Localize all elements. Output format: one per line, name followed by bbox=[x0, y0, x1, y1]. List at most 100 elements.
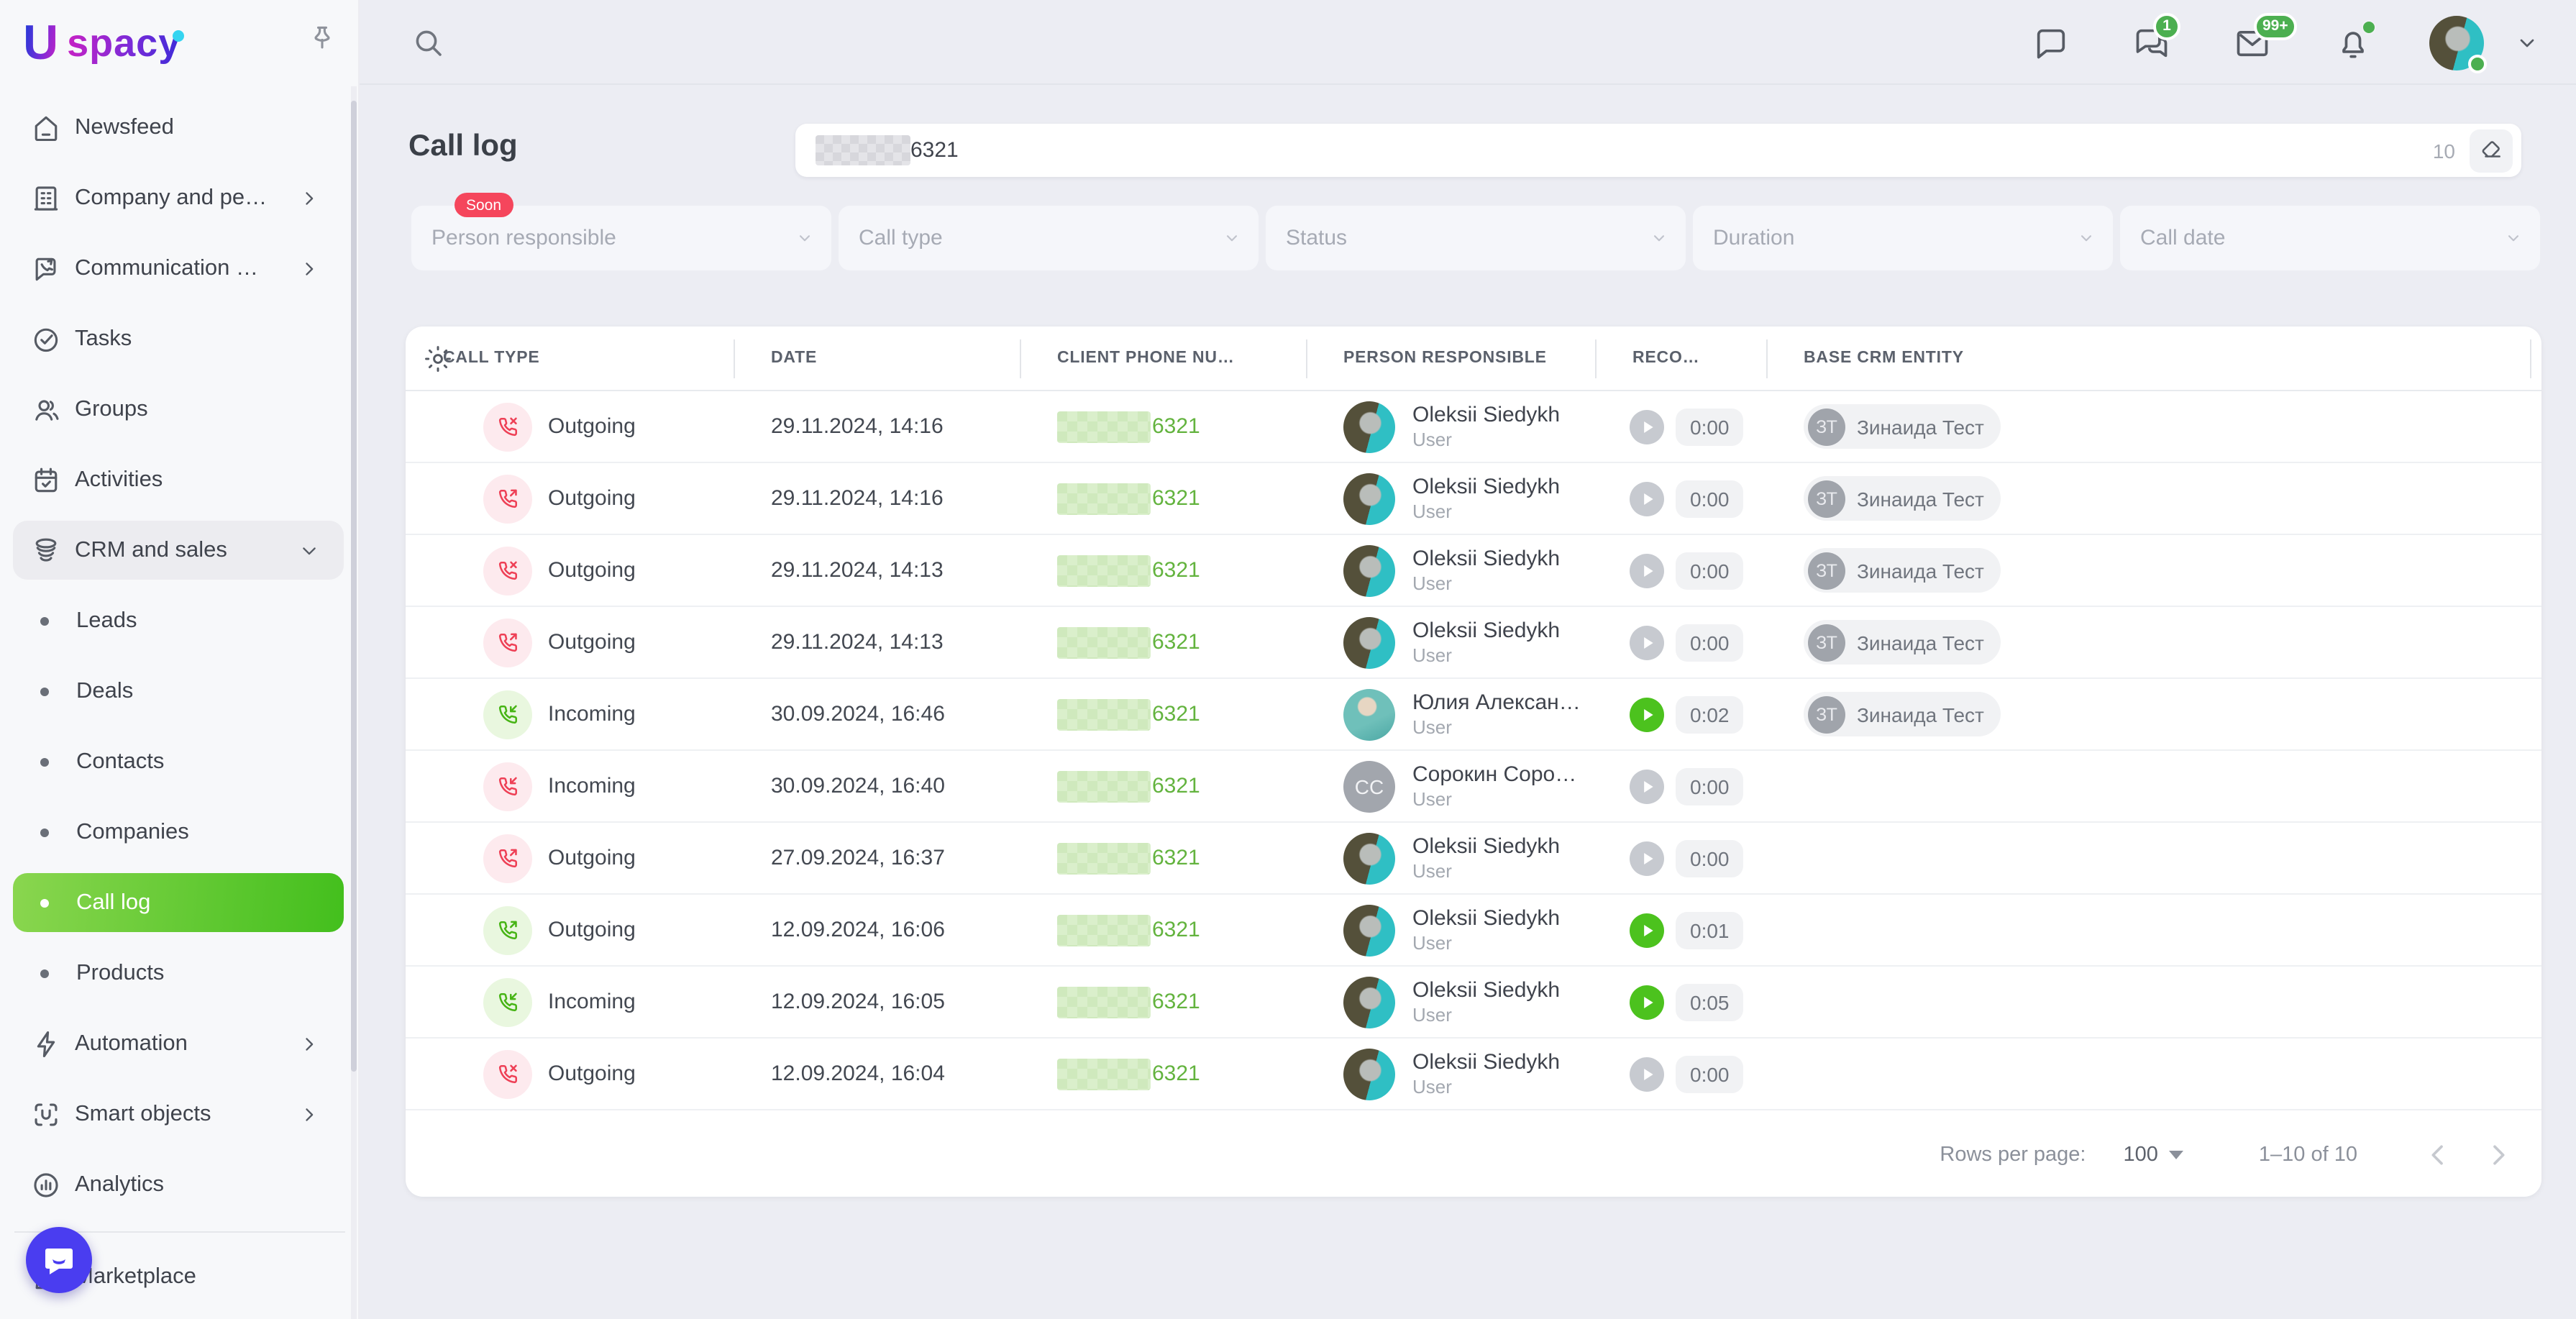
sidebar-item-label: Leads bbox=[76, 608, 137, 634]
column-header-client-phone-nu[interactable]: CLIENT PHONE NU… bbox=[1020, 350, 1306, 367]
crm-entity-chip[interactable]: ЗТЗинаида Тест bbox=[1804, 548, 2001, 593]
rows-per-page-select[interactable]: 100 bbox=[2124, 1143, 2184, 1166]
sidebar-item-contacts[interactable]: Contacts bbox=[0, 726, 360, 797]
column-divider[interactable] bbox=[2530, 339, 2531, 378]
column-header-reco[interactable]: RECO… bbox=[1595, 350, 1766, 367]
column-divider[interactable] bbox=[1020, 339, 1021, 378]
sidebar-scrollbar-thumb[interactable] bbox=[351, 101, 357, 1072]
person-name[interactable]: Oleksii Siedykh bbox=[1412, 617, 1560, 644]
table-row[interactable]: Outgoing27.09.2024, 16:376321Oleksii Sie… bbox=[406, 823, 2541, 895]
filter-call-type[interactable]: Call type bbox=[839, 206, 1259, 270]
column-header-date[interactable]: DATE bbox=[734, 350, 1020, 367]
sidebar-item-tasks[interactable]: Tasks bbox=[0, 303, 360, 374]
person-name[interactable]: Oleksii Siedykh bbox=[1412, 833, 1560, 860]
next-page-button[interactable] bbox=[2484, 1140, 2513, 1169]
table-row[interactable]: Outgoing29.11.2024, 14:136321Oleksii Sie… bbox=[406, 607, 2541, 679]
play-recording-button[interactable] bbox=[1630, 553, 1664, 588]
play-recording-button[interactable] bbox=[1630, 625, 1664, 660]
play-recording-button[interactable] bbox=[1630, 841, 1664, 875]
sidebar-item-smart-objects[interactable]: Smart objects bbox=[0, 1079, 360, 1149]
person-name[interactable]: Oleksii Siedykh bbox=[1412, 401, 1560, 429]
table-row[interactable]: Outgoing29.11.2024, 14:166321Oleksii Sie… bbox=[406, 463, 2541, 535]
censored-phone-prefix bbox=[1057, 1058, 1151, 1090]
call-date: 29.11.2024, 14:16 bbox=[734, 414, 1020, 439]
call-incoming-icon bbox=[483, 977, 532, 1026]
sidebar-item-companies[interactable]: Companies bbox=[0, 797, 360, 867]
user-avatar[interactable] bbox=[2429, 15, 2484, 70]
table-settings-gear-icon[interactable] bbox=[423, 344, 453, 374]
crm-entity-chip[interactable]: ЗТЗинаида Тест bbox=[1804, 620, 2001, 665]
filter-person-responsible[interactable]: Person responsibleSoon bbox=[411, 206, 831, 270]
play-recording-button[interactable] bbox=[1630, 913, 1664, 947]
previous-page-button[interactable] bbox=[2424, 1140, 2452, 1169]
pin-sidebar-icon[interactable] bbox=[306, 23, 338, 55]
sidebar-item-leads[interactable]: Leads bbox=[0, 585, 360, 656]
person-name[interactable]: Oleksii Siedykh bbox=[1412, 905, 1560, 932]
person-name[interactable]: Oleksii Siedykh bbox=[1412, 977, 1560, 1004]
crm-entity-chip[interactable]: ЗТЗинаида Тест bbox=[1804, 404, 2001, 449]
mail-icon[interactable]: 99+ bbox=[2234, 24, 2271, 61]
table-row[interactable]: Outgoing12.09.2024, 16:066321Oleksii Sie… bbox=[406, 895, 2541, 967]
crm-entity-chip[interactable]: ЗТЗинаида Тест bbox=[1804, 476, 2001, 521]
play-recording-button[interactable] bbox=[1630, 769, 1664, 803]
topbar: 1 99+ bbox=[360, 0, 2576, 85]
profile-menu-chevron-down-icon[interactable] bbox=[2516, 31, 2539, 54]
column-divider[interactable] bbox=[1766, 339, 1768, 378]
table-row[interactable]: Incoming30.09.2024, 16:466321Юлия Алекса… bbox=[406, 679, 2541, 751]
person-name[interactable]: Юлия Алексан… bbox=[1412, 689, 1581, 716]
column-header-person-responsible[interactable]: PERSON RESPONSIBLE bbox=[1306, 350, 1595, 367]
support-chat-fab[interactable] bbox=[26, 1227, 92, 1293]
play-recording-button[interactable] bbox=[1630, 481, 1664, 516]
filter-duration[interactable]: Duration bbox=[1693, 206, 2113, 270]
column-divider[interactable] bbox=[1595, 339, 1597, 378]
sidebar-item-automation[interactable]: Automation bbox=[0, 1008, 360, 1079]
table-row[interactable]: Outgoing29.11.2024, 14:166321Oleksii Sie… bbox=[406, 391, 2541, 463]
table-row[interactable]: Outgoing12.09.2024, 16:046321Oleksii Sie… bbox=[406, 1039, 2541, 1110]
column-header-call-type[interactable]: CALL TYPE bbox=[406, 350, 734, 367]
person-name[interactable]: Oleksii Siedykh bbox=[1412, 473, 1560, 501]
sidebar-item-crm-and-sales[interactable]: CRM and sales bbox=[0, 515, 360, 585]
notifications-bell-icon[interactable] bbox=[2334, 24, 2372, 61]
sidebar-item-groups[interactable]: Groups bbox=[0, 374, 360, 444]
sidebar-item-communication[interactable]: Communication … bbox=[0, 233, 360, 303]
filter-call-date[interactable]: Call date bbox=[2120, 206, 2540, 270]
call-date: 27.09.2024, 16:37 bbox=[734, 846, 1020, 870]
chats-icon[interactable]: 1 bbox=[2133, 24, 2170, 61]
brand-logo[interactable]: U spacy bbox=[23, 12, 181, 75]
phone-suffix: 6321 bbox=[1152, 486, 1200, 511]
play-recording-button[interactable] bbox=[1630, 1056, 1664, 1091]
person-name[interactable]: Oleksii Siedykh bbox=[1412, 545, 1560, 572]
table-row[interactable]: Incoming12.09.2024, 16:056321Oleksii Sie… bbox=[406, 967, 2541, 1039]
smart-icon bbox=[30, 1098, 62, 1130]
person-name[interactable]: Сорокин Соро… bbox=[1412, 761, 1576, 788]
sidebar-item-label: Smart objects bbox=[75, 1101, 211, 1127]
sidebar-item-activities[interactable]: Activities bbox=[0, 444, 360, 515]
sidebar-item-call-log[interactable]: Call log bbox=[0, 867, 360, 938]
entity-name: Зинаида Тест bbox=[1857, 631, 1984, 654]
comment-icon[interactable] bbox=[2032, 24, 2070, 61]
table-row[interactable]: Outgoing29.11.2024, 14:136321Oleksii Sie… bbox=[406, 535, 2541, 607]
sidebar-item-products[interactable]: Products bbox=[0, 938, 360, 1008]
filter-status[interactable]: Status bbox=[1266, 206, 1686, 270]
person-avatar bbox=[1343, 473, 1395, 524]
person-name[interactable]: Oleksii Siedykh bbox=[1412, 1049, 1560, 1076]
phone-search-input[interactable]: 6321 10 bbox=[795, 124, 2521, 177]
sidebar-item-newsfeed[interactable]: Newsfeed bbox=[0, 92, 360, 163]
clear-search-button[interactable] bbox=[2470, 129, 2513, 172]
call-date: 29.11.2024, 14:13 bbox=[734, 630, 1020, 654]
table-row[interactable]: Incoming30.09.2024, 16:406321CCСорокин С… bbox=[406, 751, 2541, 823]
sidebar-item-label: Call log bbox=[76, 890, 150, 916]
crm-entity-chip[interactable]: ЗТЗинаида Тест bbox=[1804, 692, 2001, 736]
column-divider[interactable] bbox=[734, 339, 735, 378]
search-icon[interactable] bbox=[411, 26, 446, 60]
person-avatar bbox=[1343, 401, 1395, 452]
column-header-base-crm-entity[interactable]: BASE CRM ENTITY bbox=[1766, 350, 2541, 367]
column-divider[interactable] bbox=[1306, 339, 1307, 378]
play-recording-button[interactable] bbox=[1630, 409, 1664, 444]
play-recording-button[interactable] bbox=[1630, 697, 1664, 731]
sidebar-item-company-and-pe[interactable]: Company and pe… bbox=[0, 163, 360, 233]
sidebar-item-analytics[interactable]: Analytics bbox=[0, 1149, 360, 1220]
sidebar-item-deals[interactable]: Deals bbox=[0, 656, 360, 726]
play-recording-button[interactable] bbox=[1630, 985, 1664, 1019]
chats-badge: 1 bbox=[2153, 12, 2180, 40]
